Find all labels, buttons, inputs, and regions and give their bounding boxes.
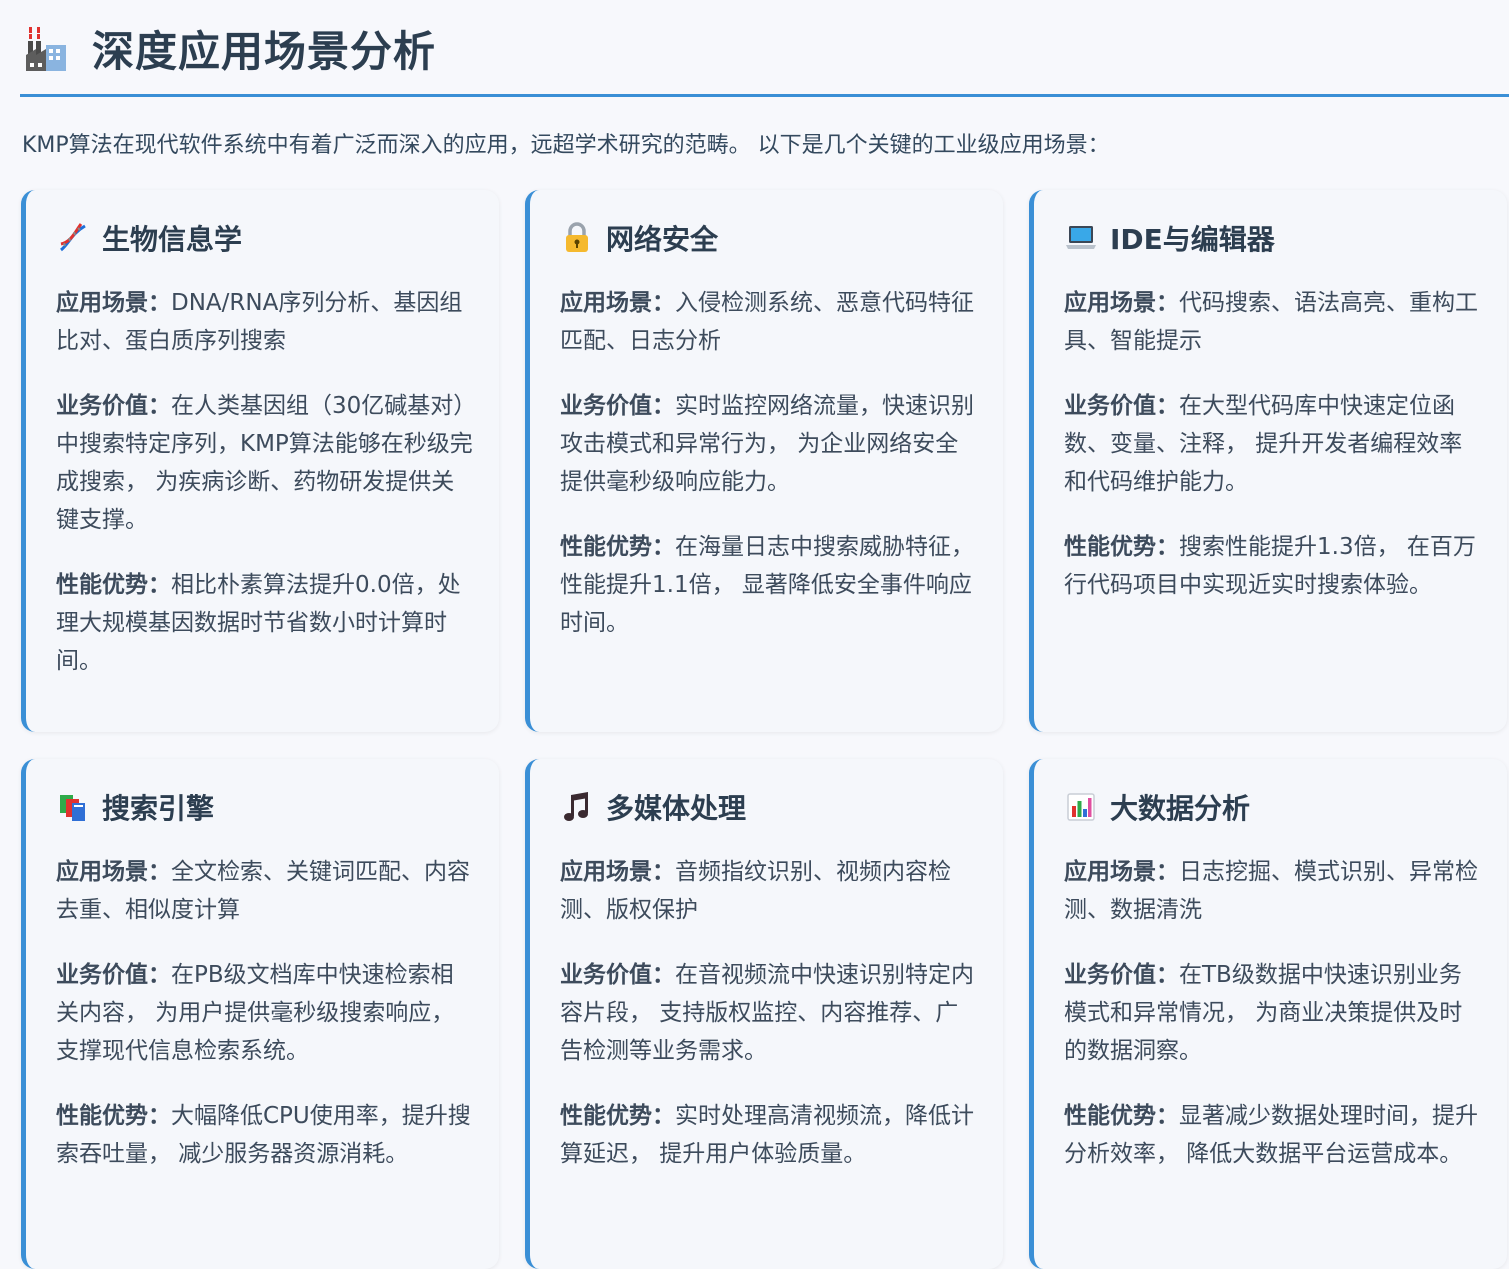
card-header: 网络安全 [560, 218, 979, 258]
performance-label: 性能优势： [1064, 534, 1179, 560]
books-icon [56, 790, 90, 824]
card-multimedia: 多媒体处理 应用场景：音频指纹识别、视频内容检测、版权保护 业务价值：在音视频流… [525, 759, 1003, 1269]
card-title: IDE与编辑器 [1110, 223, 1275, 256]
card-title: 多媒体处理 [606, 792, 747, 825]
card-header: 搜索引擎 [56, 787, 475, 827]
value-label: 业务价值： [560, 962, 675, 988]
scenario-paragraph: 应用场景：入侵检测系统、恶意代码特征匹配、日志分析 [560, 284, 979, 360]
card-header: 多媒体处理 [560, 787, 979, 827]
value-paragraph: 业务价值：在人类基因组（30亿碱基对）中搜索特定序列，KMP算法能够在秒级完成搜… [56, 387, 475, 539]
scenario-label: 应用场景： [1064, 290, 1179, 316]
performance-label: 性能优势： [56, 572, 171, 598]
scenario-paragraph: 应用场景：DNA/RNA序列分析、基因组比对、蛋白质序列搜索 [56, 284, 475, 360]
bar-chart-icon [1064, 790, 1098, 824]
card-header: IDE与编辑器 [1064, 218, 1483, 258]
performance-paragraph: 性能优势：相比朴素算法提升0.0倍，处理大规模基因数据时节省数小时计算时间。 [56, 566, 475, 680]
value-paragraph: 业务价值：在音视频流中快速识别特定内容片段， 支持版权监控、内容推荐、广告检测等… [560, 956, 979, 1070]
factory-icon [22, 23, 70, 73]
scenario-paragraph: 应用场景：音频指纹识别、视频内容检测、版权保护 [560, 853, 979, 929]
performance-paragraph: 性能优势：在海量日志中搜索威胁特征，性能提升1.1倍， 显著降低安全事件响应时间… [560, 528, 979, 642]
performance-label: 性能优势： [1064, 1103, 1179, 1129]
scenario-paragraph: 应用场景：代码搜索、语法高亮、重构工具、智能提示 [1064, 284, 1483, 360]
title-divider [20, 94, 1509, 97]
lock-icon [560, 221, 594, 255]
value-paragraph: 业务价值：在TB级数据中快速识别业务模式和异常情况， 为商业决策提供及时的数据洞… [1064, 956, 1483, 1070]
scenario-label: 应用场景： [56, 290, 171, 316]
page-header: 深度应用场景分析 [22, 18, 436, 78]
card-title: 搜索引擎 [102, 792, 215, 825]
value-label: 业务价值： [56, 962, 171, 988]
card-search-engine: 搜索引擎 应用场景：全文检索、关键词匹配、内容去重、相似度计算 业务价值：在PB… [21, 759, 499, 1269]
performance-label: 性能优势： [560, 534, 675, 560]
card-header: 生物信息学 [56, 218, 475, 258]
page-title: 深度应用场景分析 [92, 26, 437, 76]
music-note-icon [560, 790, 594, 824]
value-label: 业务价值： [56, 393, 171, 419]
card-header: 大数据分析 [1064, 787, 1483, 827]
performance-paragraph: 性能优势：搜索性能提升1.3倍， 在百万行代码项目中实现近实时搜索体验。 [1064, 528, 1483, 604]
performance-label: 性能优势： [56, 1103, 171, 1129]
card-title: 网络安全 [606, 223, 719, 256]
value-label: 业务价值： [1064, 393, 1179, 419]
intro-text: KMP算法在现代软件系统中有着广泛而深入的应用，远超学术研究的范畴。 以下是几个… [22, 133, 1110, 158]
value-paragraph: 业务价值：在大型代码库中快速定位函数、变量、注释， 提升开发者编程效率和代码维护… [1064, 387, 1483, 501]
value-paragraph: 业务价值：实时监控网络流量，快速识别攻击模式和异常行为， 为企业网络安全提供毫秒… [560, 387, 979, 501]
dna-icon [56, 221, 90, 255]
performance-label: 性能优势： [560, 1103, 675, 1129]
card-big-data: 大数据分析 应用场景：日志挖掘、模式识别、异常检测、数据清洗 业务价值：在TB级… [1029, 759, 1507, 1269]
scenario-label: 应用场景： [1064, 859, 1179, 885]
performance-paragraph: 性能优势：显著减少数据处理时间，提升分析效率， 降低大数据平台运营成本。 [1064, 1097, 1483, 1173]
performance-paragraph: 性能优势：大幅降低CPU使用率，提升搜索吞吐量， 减少服务器资源消耗。 [56, 1097, 475, 1173]
scenario-paragraph: 应用场景：日志挖掘、模式识别、异常检测、数据清洗 [1064, 853, 1483, 929]
value-label: 业务价值： [1064, 962, 1179, 988]
page: 深度应用场景分析 KMP算法在现代软件系统中有着广泛而深入的应用，远超学术研究的… [0, 0, 1509, 1269]
value-label: 业务价值： [560, 393, 675, 419]
card-ide-editor: IDE与编辑器 应用场景：代码搜索、语法高亮、重构工具、智能提示 业务价值：在大… [1029, 190, 1507, 732]
card-bioinformatics: 生物信息学 应用场景：DNA/RNA序列分析、基因组比对、蛋白质序列搜索 业务价… [21, 190, 499, 732]
card-network-security: 网络安全 应用场景：入侵检测系统、恶意代码特征匹配、日志分析 业务价值：实时监控… [525, 190, 1003, 732]
card-title: 大数据分析 [1110, 792, 1251, 825]
card-title: 生物信息学 [102, 223, 243, 256]
scenario-label: 应用场景： [560, 290, 675, 316]
value-paragraph: 业务价值：在PB级文档库中快速检索相关内容， 为用户提供毫秒级搜索响应，支撑现代… [56, 956, 475, 1070]
scenario-label: 应用场景： [560, 859, 675, 885]
performance-paragraph: 性能优势：实时处理高清视频流，降低计算延迟， 提升用户体验质量。 [560, 1097, 979, 1173]
scenario-label: 应用场景： [56, 859, 171, 885]
laptop-icon [1064, 221, 1098, 255]
scenario-paragraph: 应用场景：全文检索、关键词匹配、内容去重、相似度计算 [56, 853, 475, 929]
